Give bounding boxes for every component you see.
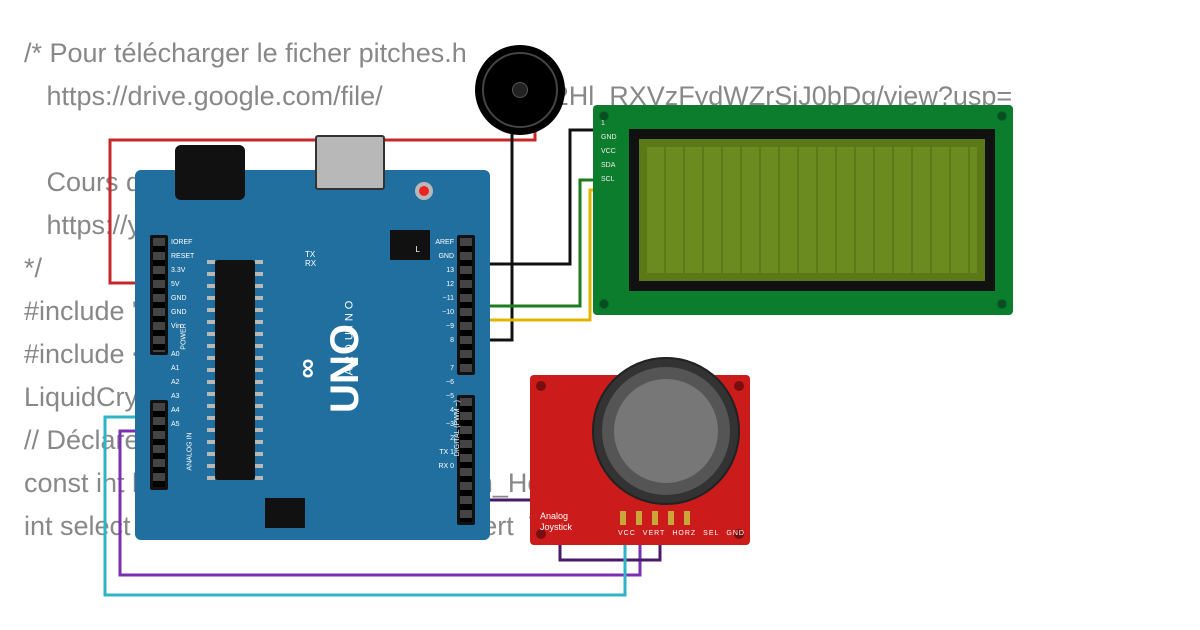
code-background-overlay: > , 4); ert = A0, btn_Horz = A1 ; (24, 32, 1174, 505)
code-line: > (24, 339, 347, 369)
code-line: , 4); (24, 382, 378, 412)
code-line: int select Value = 0, horz Value = 0, ve… (24, 511, 649, 541)
code-line: ert = A0, btn_Horz = A1 ; (24, 468, 642, 498)
